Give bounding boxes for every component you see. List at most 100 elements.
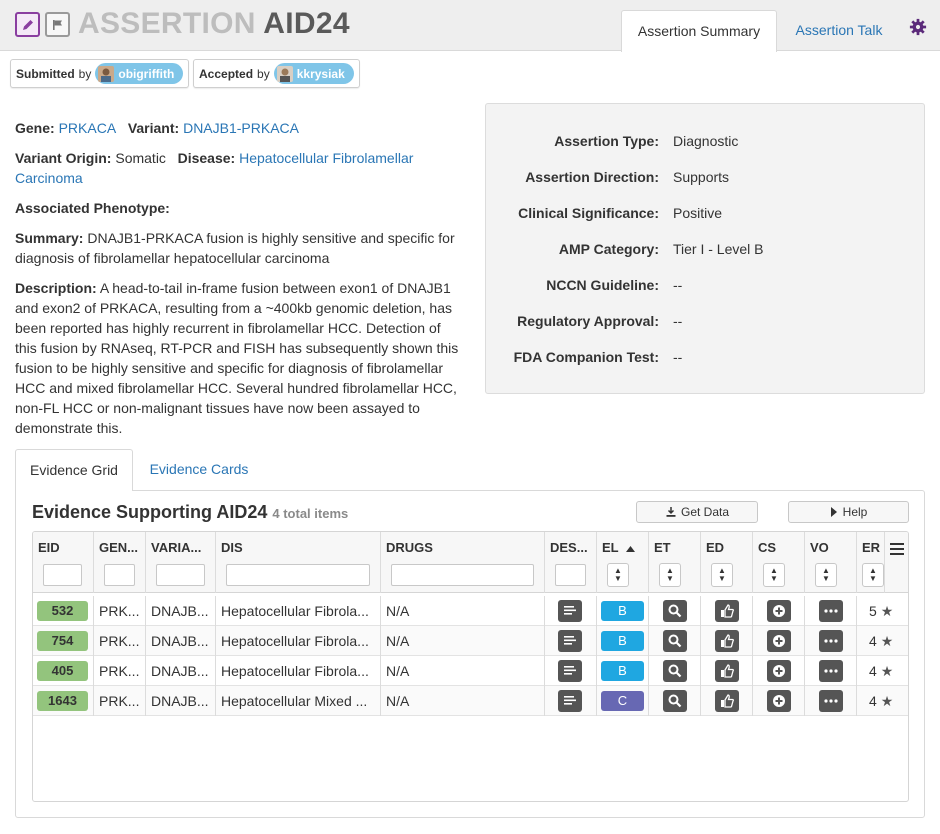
description-icon[interactable] (558, 690, 582, 712)
rating-cell: 4 ★ (857, 626, 908, 656)
evidence-rating-filter-select[interactable]: ▲ ▼ (862, 563, 884, 587)
sort-down-icon: ▼ (718, 574, 726, 583)
thumbs-up-icon[interactable] (715, 630, 739, 652)
edit-button[interactable] (15, 12, 40, 37)
info-value: -- (673, 349, 683, 365)
col-header-description[interactable]: DES... (545, 532, 597, 593)
plus-circle-icon[interactable] (767, 690, 791, 712)
plus-circle-icon[interactable] (767, 660, 791, 682)
evidence-title: Evidence Supporting AID24 4 total items (32, 502, 348, 523)
accepted-label: Accepted (199, 66, 254, 81)
table-row[interactable]: 405 PRK... DNAJB... Hepatocellular Fibro… (33, 656, 908, 686)
description-icon[interactable] (558, 600, 582, 622)
variant-cell: DNAJB... (146, 596, 216, 626)
top-bar: ASSERTION AID24 Assertion Summary Assert… (0, 0, 940, 52)
search-icon[interactable] (663, 690, 687, 712)
drugs-filter-input[interactable] (391, 564, 534, 586)
search-icon[interactable] (663, 600, 687, 622)
origin-label: Variant Origin: (15, 150, 112, 166)
more-options-icon[interactable] (819, 660, 843, 682)
variant-filter-input[interactable] (156, 564, 205, 586)
variant-link[interactable]: DNAJB1-PRKACA (183, 120, 299, 136)
gene-link[interactable]: PRKACA (59, 120, 117, 136)
evidence-type-filter-select[interactable]: ▲ ▼ (659, 563, 681, 587)
info-row-type: Assertion Type: Diagnostic (486, 133, 926, 153)
eid-badge[interactable]: 405 (37, 661, 88, 681)
grid-menu-icon[interactable] (890, 543, 904, 555)
description-icon[interactable] (558, 660, 582, 682)
col-header-evidence-type[interactable]: ET ▲ ▼ (649, 532, 701, 593)
evidence-level-badge: C (601, 691, 644, 711)
evidence-level-filter-select[interactable]: ▲ ▼ (607, 563, 629, 587)
col-header-evidence-level[interactable]: EL ▲ ▼ (597, 532, 649, 593)
info-value: Diagnostic (673, 133, 739, 149)
star-icon: ★ (880, 633, 894, 649)
submitter-user-pill[interactable]: obigriffith (95, 63, 184, 84)
col-header-clinical-significance[interactable]: CS ▲ ▼ (753, 532, 805, 593)
info-value: -- (673, 277, 683, 293)
col-header-variant-origin[interactable]: VO ▲ ▼ (805, 532, 857, 593)
pencil-icon (22, 19, 33, 30)
more-options-icon[interactable] (819, 630, 843, 652)
clinical-significance-filter-select[interactable]: ▲ ▼ (763, 563, 785, 587)
info-row-nccn: NCCN Guideline: -- (486, 277, 926, 297)
search-icon[interactable] (663, 660, 687, 682)
eid-filter-input[interactable] (43, 564, 82, 586)
search-icon[interactable] (663, 630, 687, 652)
tab-assertion-talk[interactable]: Assertion Talk (784, 10, 894, 50)
col-header-gene[interactable]: GEN... (94, 532, 146, 593)
more-options-icon[interactable] (819, 690, 843, 712)
table-row[interactable]: 532 PRK... DNAJB... Hepatocellular Fibro… (33, 596, 908, 626)
info-value: Supports (673, 169, 730, 185)
submitted-badge: Submitted by obigriffith (10, 59, 190, 88)
col-header-disease[interactable]: DIS (216, 532, 381, 593)
variant-origin-filter-select[interactable]: ▲ ▼ (815, 563, 837, 587)
plus-circle-icon[interactable] (767, 630, 791, 652)
evidence-level-badge: B (601, 601, 644, 621)
info-value: Positive (673, 205, 723, 221)
accepter-user-pill[interactable]: kkrysiak (273, 63, 354, 84)
eid-badge[interactable]: 1643 (37, 691, 88, 711)
tab-assertion-summary[interactable]: Assertion Summary (621, 10, 777, 52)
get-data-button[interactable]: Get Data (636, 501, 758, 523)
evidence-grid: EID GEN... VARIA... DIS DRUGS DES... EL … (32, 531, 909, 802)
info-key: Regulatory Approval: (517, 313, 659, 329)
col-header-drugs[interactable]: DRUGS (381, 532, 545, 593)
flag-icon (52, 19, 62, 30)
description-filter-input[interactable] (555, 564, 586, 586)
sort-down-icon: ▼ (770, 574, 778, 583)
evidence-direction-filter-select[interactable]: ▲ ▼ (711, 563, 733, 587)
gene-variant-line: Gene: PRKACA Variant: DNAJB1-PRKACA (15, 118, 460, 138)
avatar (276, 65, 293, 82)
eid-badge[interactable]: 754 (37, 631, 88, 651)
evidence-level-badge: B (601, 661, 644, 681)
thumbs-up-icon[interactable] (715, 660, 739, 682)
sort-down-icon: ▼ (614, 574, 622, 583)
origin-value: Somatic (115, 150, 166, 166)
sort-asc-icon (626, 546, 635, 552)
description-icon[interactable] (558, 630, 582, 652)
accepter-name: kkrysiak (296, 66, 345, 81)
col-header-evidence-rating[interactable]: ER ▲ ▼ (857, 532, 885, 593)
plus-circle-icon[interactable] (767, 600, 791, 622)
tab-evidence-cards[interactable]: Evidence Cards (133, 449, 265, 490)
thumbs-up-icon[interactable] (715, 600, 739, 622)
table-row[interactable]: 1643 PRK... DNAJB... Hepatocellular Mixe… (33, 686, 908, 716)
col-header-variant[interactable]: VARIA... (146, 532, 216, 593)
col-header-evidence-direction[interactable]: ED ▲ ▼ (701, 532, 753, 593)
tab-evidence-grid[interactable]: Evidence Grid (15, 449, 133, 491)
table-row[interactable]: 754 PRK... DNAJB... Hepatocellular Fibro… (33, 626, 908, 656)
variant-cell: DNAJB... (146, 626, 216, 656)
help-button[interactable]: Help (788, 501, 909, 523)
gene-filter-input[interactable] (104, 564, 135, 586)
disease-filter-input[interactable] (226, 564, 370, 586)
gene-cell: PRK... (94, 686, 146, 716)
flag-button[interactable] (45, 12, 70, 37)
col-header-eid[interactable]: EID (33, 532, 94, 593)
eid-badge[interactable]: 532 (37, 601, 88, 621)
gear-icon[interactable] (909, 18, 927, 36)
thumbs-up-icon[interactable] (715, 690, 739, 712)
gene-cell: PRK... (94, 656, 146, 686)
info-row-regulatory: Regulatory Approval: -- (486, 313, 926, 333)
more-options-icon[interactable] (819, 600, 843, 622)
